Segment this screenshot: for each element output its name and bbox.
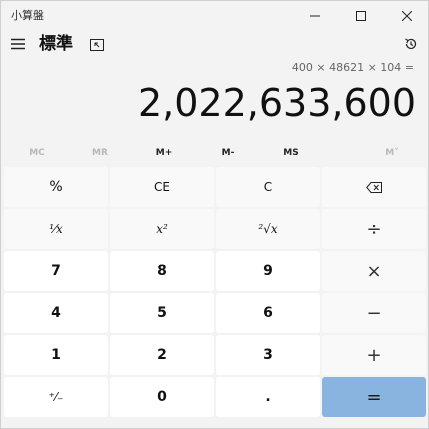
negate-button[interactable]: ⁺⁄₋ — [4, 377, 108, 417]
app-title: 小算盤 — [11, 9, 44, 22]
digit-8-button[interactable]: 8 — [110, 251, 214, 291]
digit-3-label: 3 — [263, 347, 273, 363]
digit-0-label: 0 — [157, 389, 167, 405]
digit-8-label: 8 — [157, 263, 167, 279]
close-icon — [402, 11, 412, 21]
keep-on-top-icon — [90, 39, 104, 51]
digit-5-button[interactable]: 5 — [110, 293, 214, 333]
digit-9-button[interactable]: 9 — [216, 251, 320, 291]
memory-recall-button[interactable]: MR — [75, 143, 125, 163]
divide-button[interactable]: ÷ — [322, 209, 426, 249]
decimal-button[interactable]: . — [216, 377, 320, 417]
digit-0-button[interactable]: 0 — [110, 377, 214, 417]
result-display: 2,022,633,600 — [137, 81, 416, 125]
digit-6-button[interactable]: 6 — [216, 293, 320, 333]
divide-label: ÷ — [366, 218, 382, 240]
digit-7-button[interactable]: 7 — [4, 251, 108, 291]
square-button[interactable]: x² — [110, 209, 214, 249]
equals-label: = — [366, 386, 382, 408]
title-bar: 小算盤 — [1, 1, 428, 31]
digit-9-label: 9 — [263, 263, 273, 279]
minimize-icon — [310, 15, 320, 17]
reciprocal-label: ¹⁄x — [49, 222, 63, 236]
clear-label: C — [263, 180, 273, 194]
maximize-button[interactable] — [338, 1, 384, 31]
navigation-menu-button[interactable] — [10, 36, 26, 52]
decimal-label: . — [265, 389, 271, 405]
clear-entry-button[interactable]: CE — [110, 167, 214, 207]
maximize-icon — [356, 11, 366, 21]
expression-display: 400 × 48621 × 104 = — [291, 61, 414, 74]
mode-title: 標準 — [39, 34, 73, 54]
memory-row: MC MR M+ M- MS M˅ — [1, 143, 428, 163]
add-button[interactable]: + — [322, 335, 426, 375]
digit-4-label: 4 — [51, 305, 61, 321]
digit-7-label: 7 — [51, 263, 61, 279]
history-button[interactable] — [403, 36, 419, 52]
subtract-label: − — [366, 302, 382, 324]
reciprocal-button[interactable]: ¹⁄x — [4, 209, 108, 249]
digit-2-label: 2 — [157, 347, 167, 363]
square-label: x² — [156, 222, 168, 236]
close-button[interactable] — [384, 1, 429, 31]
square-root-button[interactable]: ²√x — [216, 209, 320, 249]
clear-button[interactable]: C — [216, 167, 320, 207]
memory-add-button[interactable]: M+ — [139, 143, 189, 163]
multiply-label: × — [366, 260, 382, 282]
digit-3-button[interactable]: 3 — [216, 335, 320, 375]
add-label: + — [366, 344, 382, 366]
equals-button[interactable]: = — [322, 377, 426, 417]
negate-label: ⁺⁄₋ — [48, 390, 64, 404]
history-icon — [405, 38, 417, 50]
memory-clear-button[interactable]: MC — [12, 143, 62, 163]
digit-1-label: 1 — [51, 347, 61, 363]
digit-1-button[interactable]: 1 — [4, 335, 108, 375]
percent-label: % — [49, 179, 63, 195]
subtract-button[interactable]: − — [322, 293, 426, 333]
square-root-label: ²√x — [258, 222, 278, 236]
multiply-button[interactable]: × — [322, 251, 426, 291]
digit-4-button[interactable]: 4 — [4, 293, 108, 333]
digit-6-label: 6 — [263, 305, 273, 321]
hamburger-icon — [11, 38, 25, 50]
keep-on-top-button[interactable] — [89, 37, 105, 53]
minimize-button[interactable] — [292, 1, 338, 31]
header: 標準 — [1, 31, 428, 57]
backspace-button[interactable] — [322, 167, 426, 207]
calculator-window: 小算盤 標準 400 × 48621 × 104 = 2,022,633,600… — [0, 0, 429, 429]
memory-list-button[interactable]: M˅ — [367, 143, 417, 163]
digit-5-label: 5 — [157, 305, 167, 321]
digit-2-button[interactable]: 2 — [110, 335, 214, 375]
memory-subtract-button[interactable]: M- — [203, 143, 253, 163]
clear-entry-label: CE — [154, 180, 170, 194]
memory-store-button[interactable]: MS — [266, 143, 316, 163]
backspace-icon — [366, 181, 382, 193]
percent-button[interactable]: % — [4, 167, 108, 207]
